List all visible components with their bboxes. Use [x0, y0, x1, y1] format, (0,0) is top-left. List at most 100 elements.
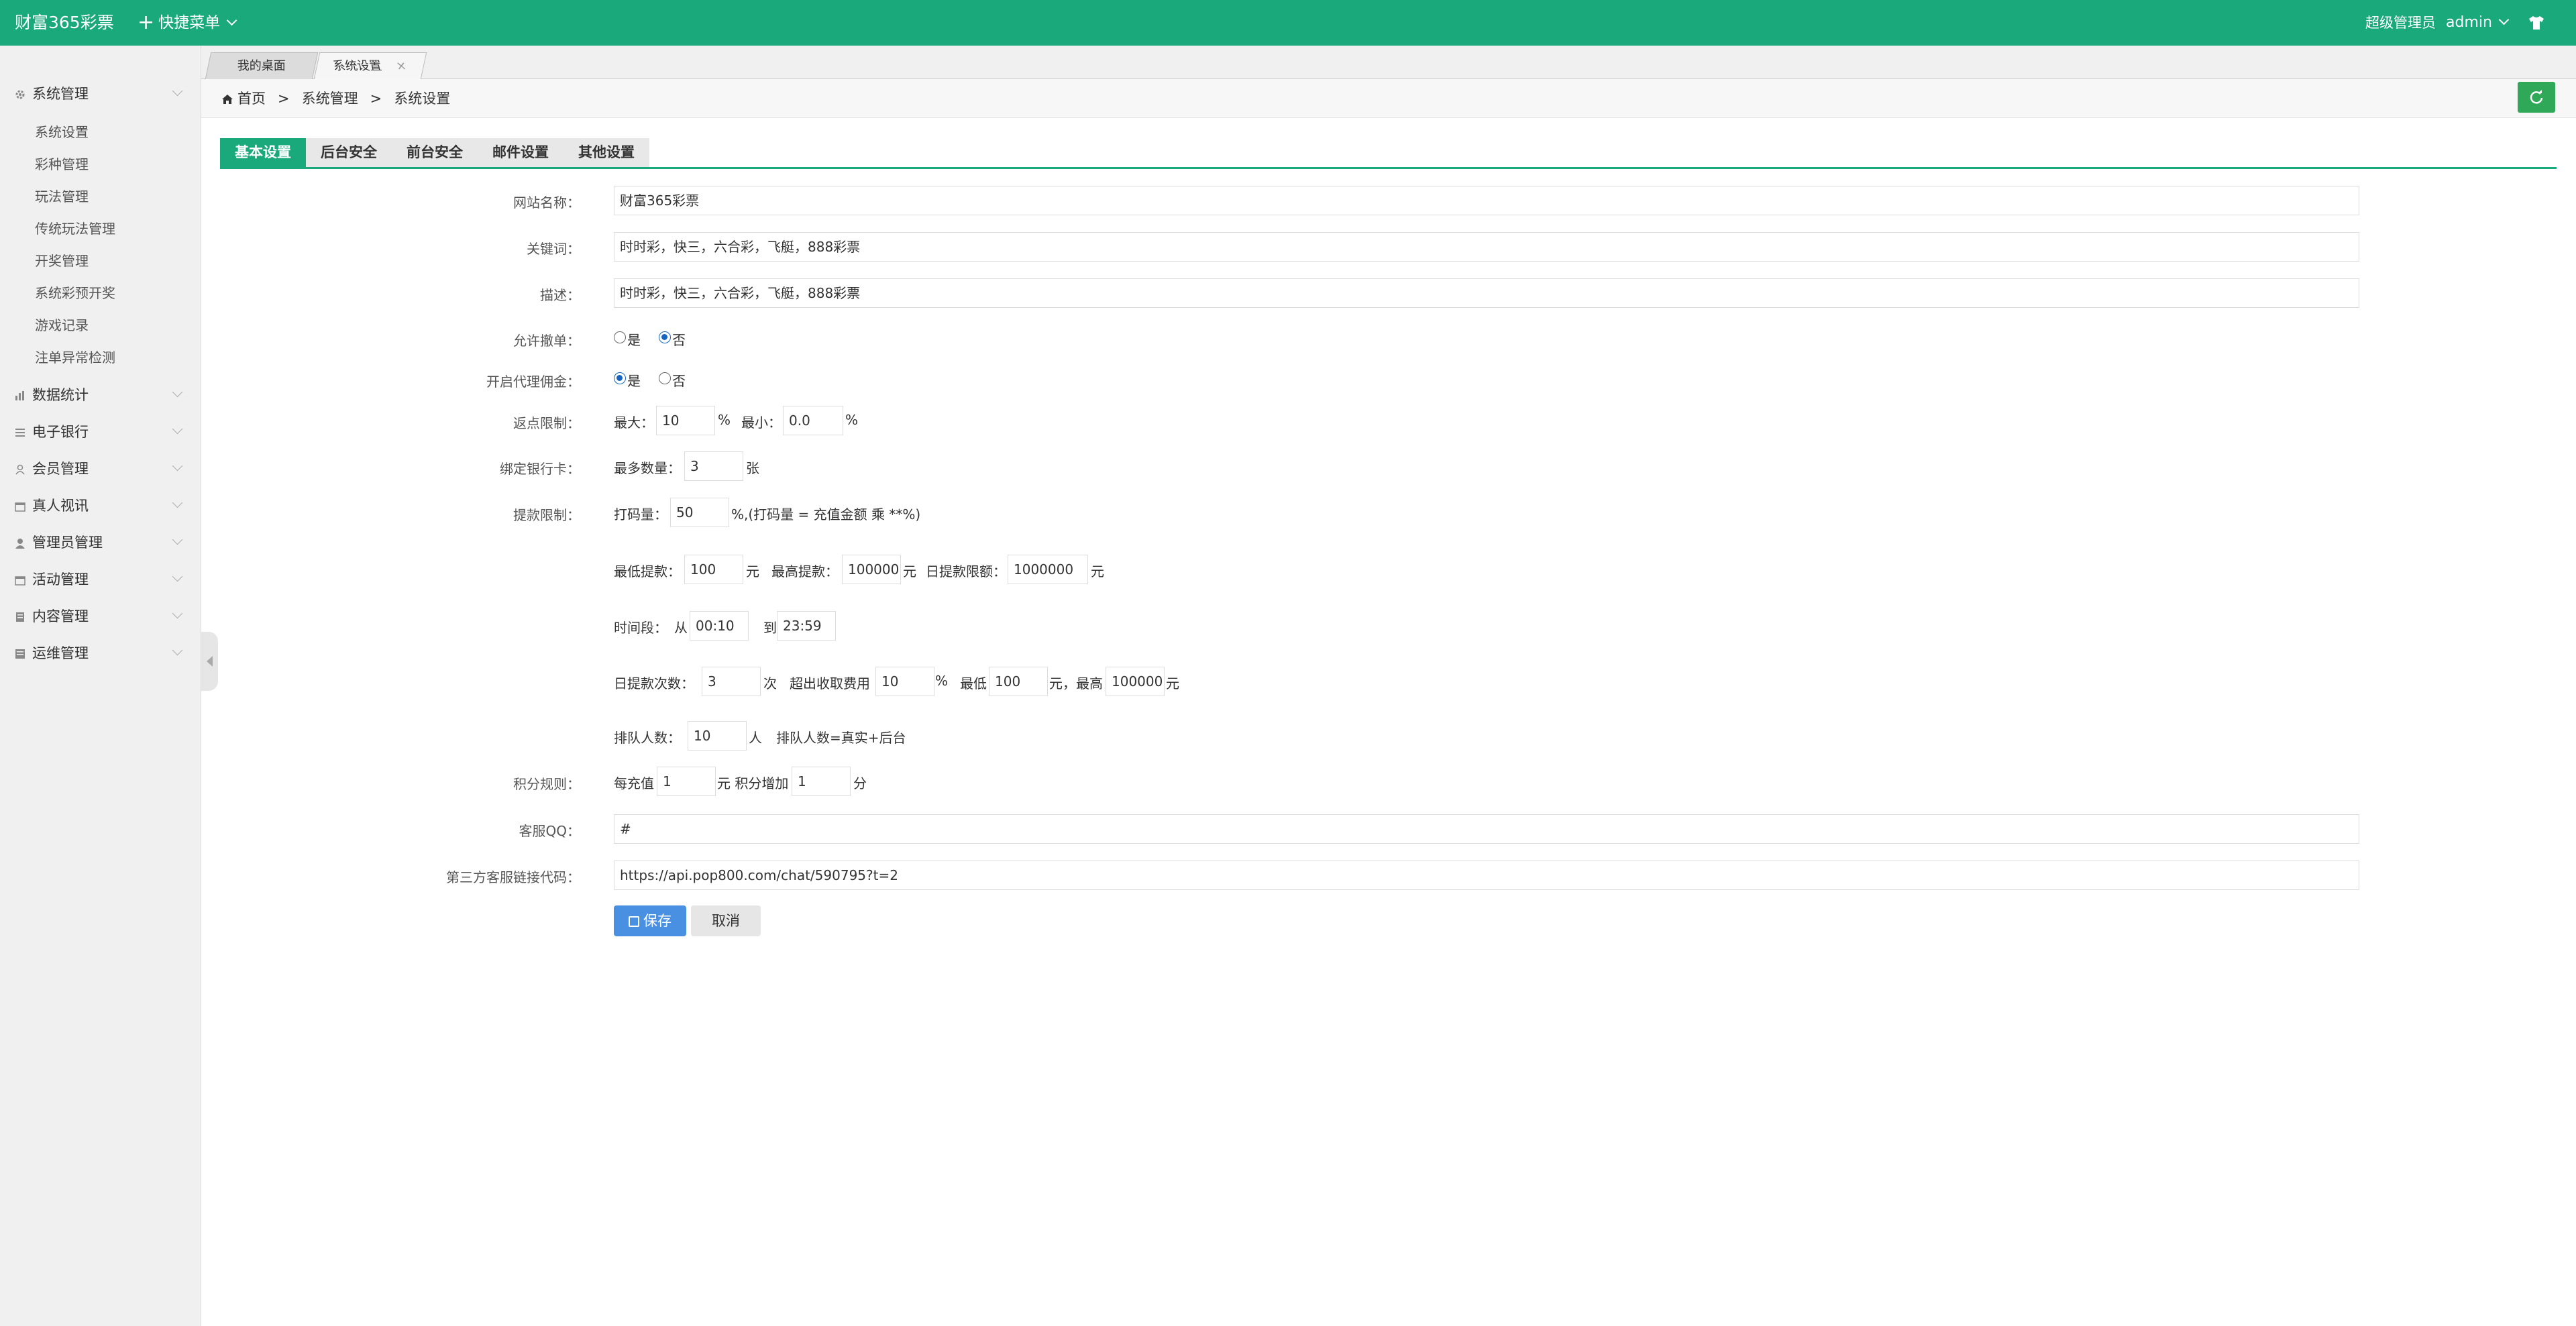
chevron-down-icon	[172, 645, 183, 656]
settings-tabs: 基本设置 后台安全 前台安全 邮件设置 其他设置	[220, 138, 2557, 169]
tab-system-settings[interactable]: 系统设置 ×	[313, 52, 427, 80]
time-to-input[interactable]: 23:59	[777, 611, 836, 641]
refresh-button[interactable]	[2518, 82, 2555, 113]
sidebar-section-system[interactable]: 系统管理	[0, 78, 201, 110]
radio-label: 是	[627, 332, 641, 348]
username: admin	[2446, 14, 2492, 31]
queue-count-label: 排队人数：	[614, 730, 681, 746]
agent-commission-yes-radio[interactable]	[614, 372, 626, 384]
breadcrumb-home[interactable]: 首页	[237, 91, 266, 107]
sidebar-collapse-handle[interactable]	[201, 632, 218, 691]
allow-cancel-yes-radio[interactable]	[614, 331, 626, 343]
min-withdraw-label: 最低提款：	[614, 563, 681, 579]
breadcrumb-separator: >	[370, 91, 382, 107]
times-label: 次	[763, 675, 777, 692]
skin-shirt-icon[interactable]	[2528, 15, 2545, 31]
time-from-input[interactable]: 00:10	[690, 611, 749, 641]
daily-withdraw-input[interactable]: 1000000	[1008, 555, 1088, 584]
fee-min-input[interactable]: 100	[989, 667, 1048, 696]
exceed-fee-input[interactable]: 10	[875, 667, 934, 696]
sidebar-section-label: 活动管理	[32, 571, 89, 588]
admin-role-label: 超级管理员	[2365, 15, 2436, 31]
tab-basic-settings[interactable]: 基本设置	[220, 138, 306, 167]
max-withdraw-input[interactable]: 100000	[842, 555, 901, 584]
breadcrumb-separator: >	[278, 91, 290, 107]
sidebar-section-ebank[interactable]: 电子银行	[0, 416, 201, 448]
allow-cancel-no-radio[interactable]	[659, 331, 671, 343]
sidebar-item-bet-anomaly[interactable]: 注单异常检测	[35, 344, 115, 371]
sidebar-item-system-settings[interactable]: 系统设置	[35, 119, 89, 146]
site-name-label: 网站名称：	[513, 195, 580, 211]
allow-cancel-label: 允许撤单：	[513, 333, 580, 349]
breadcrumb-system-management[interactable]: 系统管理	[302, 91, 358, 107]
min-withdraw-input[interactable]: 100	[684, 555, 743, 584]
agent-commission-no-radio[interactable]	[659, 372, 671, 384]
radio-label: 否	[672, 373, 686, 389]
close-icon[interactable]: ×	[394, 53, 410, 80]
tab-my-desktop[interactable]: 我的桌面	[205, 52, 319, 79]
keywords-label: 关键词：	[527, 241, 580, 257]
queue-count-input[interactable]: 10	[688, 721, 747, 751]
time-period-label: 时间段：	[614, 620, 667, 636]
tab-email-settings[interactable]: 邮件设置	[478, 138, 564, 167]
sidebar-item-lottery-types[interactable]: 彩种管理	[35, 151, 89, 178]
sidebar-item-game-records[interactable]: 游戏记录	[35, 312, 89, 339]
sidebar-section-members[interactable]: 会员管理	[0, 453, 201, 485]
description-input[interactable]: 时时彩，快三，六合彩，飞艇，888彩票	[614, 278, 2359, 308]
sidebar-item-play-rules[interactable]: 玩法管理	[35, 183, 89, 210]
site-name-input[interactable]: 财富365彩票	[614, 186, 2359, 215]
bet-amount-input[interactable]: 50	[670, 498, 729, 527]
points-increase-input[interactable]: 1	[792, 767, 851, 796]
home-icon	[222, 95, 233, 104]
customer-qq-label: 客服QQ：	[519, 823, 580, 839]
user-menu-button[interactable]: admin	[2446, 0, 2510, 46]
sidebar-section-activities[interactable]: 活动管理	[0, 563, 201, 596]
sidebar-section-label: 系统管理	[32, 86, 89, 102]
sidebar-section-live-video[interactable]: 真人视讯	[0, 490, 201, 522]
document-icon	[16, 612, 24, 622]
keywords-input[interactable]: 时时彩，快三，六合彩，飞艇，888彩票	[614, 232, 2359, 262]
sidebar-item-draw-management[interactable]: 开奖管理	[35, 247, 89, 274]
sidebar-section-label: 内容管理	[32, 608, 89, 624]
percent-label: %	[718, 412, 731, 428]
sidebar-section-content[interactable]: 内容管理	[0, 600, 201, 632]
cancel-button[interactable]: 取消	[691, 905, 761, 936]
chevron-down-icon	[172, 460, 183, 472]
quick-menu-label: 快捷菜单	[158, 14, 221, 32]
sidebar-item-traditional-play[interactable]: 传统玩法管理	[35, 215, 115, 242]
quick-menu-button[interactable]: + 快捷菜单	[138, 0, 237, 46]
person-icon	[15, 539, 25, 549]
tab-backend-security[interactable]: 后台安全	[306, 138, 392, 167]
percent-label: %	[845, 412, 859, 428]
rebate-min-input[interactable]: 0.0	[783, 406, 843, 435]
user-icon	[15, 464, 25, 475]
tab-frontend-security[interactable]: 前台安全	[392, 138, 478, 167]
chart-icon	[15, 391, 24, 400]
save-label: 保存	[643, 913, 672, 929]
chevron-down-icon	[172, 497, 183, 508]
bet-amount-label: 打码量：	[614, 506, 667, 522]
fee-max-input[interactable]: 100000	[1106, 667, 1165, 696]
daily-count-input[interactable]: 3	[702, 667, 761, 696]
third-party-input[interactable]: https://api.pop800.com/chat/590795?t=2	[614, 861, 2359, 890]
per-recharge-input[interactable]: 1	[657, 767, 716, 796]
radio-label: 是	[627, 373, 641, 389]
sidebar-section-label: 会员管理	[32, 461, 89, 477]
sidebar-item-pre-draw[interactable]: 系统彩预开奖	[35, 280, 115, 307]
sidebar-section-stats[interactable]: 数据统计	[0, 379, 201, 411]
rebate-max-input[interactable]: 10	[656, 406, 715, 435]
site-logo[interactable]: 财富365彩票	[15, 0, 114, 46]
bet-amount-note: %,(打码量 = 充值金额 乘 **%)	[731, 506, 921, 522]
points-increase-label: 元 积分增加	[717, 775, 789, 791]
sidebar-section-ops[interactable]: 运维管理	[0, 637, 201, 669]
customer-qq-input[interactable]: #	[614, 814, 2359, 844]
chevron-down-icon	[2498, 14, 2510, 25]
points-rule-label: 积分规则：	[513, 776, 580, 792]
to-label: 到	[763, 620, 777, 636]
chevron-down-icon	[172, 534, 183, 545]
sidebar-section-admins[interactable]: 管理员管理	[0, 527, 201, 559]
save-button[interactable]: 保存	[614, 905, 686, 936]
tab-other-settings[interactable]: 其他设置	[564, 138, 649, 167]
percent-label: %	[935, 673, 949, 689]
card-max-input[interactable]: 3	[684, 451, 743, 481]
